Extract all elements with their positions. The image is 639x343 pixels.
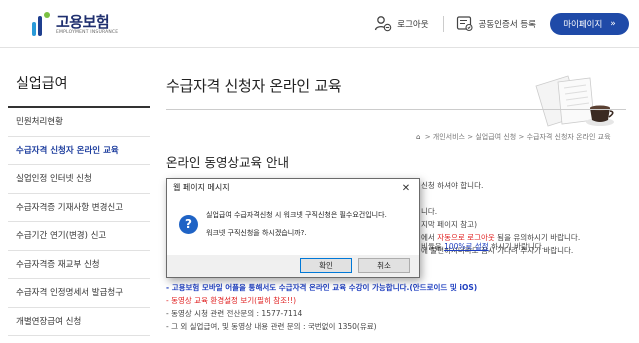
body-text-line-6: 비율을 100%로 설정 하시기 바랍니다. [421,241,544,252]
close-icon[interactable]: ✕ [399,180,413,197]
breadcrumb-sep: > [424,133,431,141]
mypage-button[interactable]: 마이페이지 » [550,13,629,35]
dialog-title: 웹 페이지 메시지 [173,183,230,192]
breadcrumb-sep: > [518,133,525,141]
divider [442,16,444,32]
mobile-app-notice: - 고용보험 모바일 어플을 통해서도 수급자격 온라인 교육 수강이 가능합니… [166,283,478,292]
sidebar-title: 실업급여 [8,70,150,108]
double-chevron-right-icon: » [610,19,616,29]
dialog-message-line-1: 실업급여 수급자격신청 시 워크넷 구직신청은 필수요건입니다. [206,211,387,219]
tech-inquiry-text: - 동영상 시청 관련 전산문의 : 1577-7114 [166,309,303,318]
logout-label: 로그아웃 [397,20,429,30]
logo-subtitle: EMPLOYMENT INSURANCE [56,29,119,35]
dialog-body: ? 실업급여 수급자격신청 시 워크넷 구직신청은 필수요건입니다. 워크넷 구… [167,197,419,257]
sidebar-item-statement-request[interactable]: 수급자격 인정명세서 발급청구 [8,279,150,308]
video-settings-link[interactable]: - 동영상 교육 환경설정 보기(필히 참조!!) [166,295,296,306]
body-text-line-1: 신청 하셔야 합니다. [421,181,484,190]
question-icon: ? [179,215,198,234]
breadcrumb-item-current: 수급자격 신청자 온라인 교육 [526,133,611,141]
section-title: 온라인 동영상교육 안내 [166,155,289,170]
dialog-footer: 확인 취소 [167,255,419,277]
certificate-icon [456,16,473,32]
mypage-label: 마이페이지 [563,20,603,30]
breadcrumb-item-personal-service[interactable]: 개인서비스 [433,133,465,141]
sidebar-item-reissue[interactable]: 수급자격증 재교부 신청 [8,251,150,279]
logo-mark-icon [30,12,52,36]
page-title: 수급자격 신청자 온라인 교육 [166,70,626,110]
body-text-line-6-pre: 비율을 [421,242,445,251]
main-content: 수급자격 신청자 온라인 교육 ⌂ > 개인서비스 > 실업급여 신청 > 수급… [166,70,626,331]
sidebar-item-application-status[interactable]: 민원처리현황 [8,108,150,137]
site-header: 고용보험 EMPLOYMENT INSURANCE 로그아웃 공동인증서 등록 [0,0,639,48]
sidebar-item-online-education[interactable]: 수급자격 신청자 온라인 교육 [8,137,150,165]
breadcrumb: ⌂ > 개인서비스 > 실업급여 신청 > 수급자격 신청자 온라인 교육 [416,132,611,142]
sidebar: 실업급여 민원처리현황 수급자격 신청자 온라인 교육 실업인정 인터넷 신청 … [8,70,150,336]
sidebar-item-period-extension[interactable]: 수급기간 연기(변경) 신고 [8,222,150,251]
breadcrumb-item-unemployment-apply[interactable]: 실업급여 신청 [475,133,516,141]
other-inquiry-text: - 그 외 실업급여, 및 동영상 내용 관련 문의 : 국번없이 1350(유… [166,322,377,331]
body-text-line-3: 지막 페이지 참고) [421,220,477,229]
certificate-label: 공동인증서 등록 [478,20,536,30]
zoom-100-text: 100%로 설정 [444,242,489,251]
logo-name: 고용보험 [56,12,110,31]
dialog-titlebar[interactable]: 웹 페이지 메시지 ✕ [167,179,419,197]
logout-link[interactable]: 로그아웃 [374,15,429,33]
dialog-message-line-2: 워크넷 구직신청을 하시겠습니까?. [206,229,307,237]
cancel-button[interactable]: 취소 [358,258,410,273]
sidebar-item-individual-extension[interactable]: 개별연장급여 신청 [8,308,150,336]
home-icon[interactable]: ⌂ [416,133,420,141]
body-text-line-6-post: 하시기 바랍니다. [488,242,545,251]
sidebar-item-unemployment-recognition[interactable]: 실업인정 인터넷 신청 [8,165,150,194]
certificate-register-link[interactable]: 공동인증서 등록 [456,15,536,33]
web-page-message-dialog: 웹 페이지 메시지 ✕ ? 실업급여 수급자격신청 시 워크넷 구직신청은 필수… [166,178,420,278]
sidebar-item-change-report[interactable]: 수급자격증 기재사항 변경신고 [8,194,150,222]
body-text-line-2: 니다. [421,207,438,216]
user-minus-icon [375,16,392,32]
site-logo[interactable]: 고용보험 EMPLOYMENT INSURANCE [30,10,118,38]
top-links: 로그아웃 공동인증서 등록 마이페이지 » [374,12,639,36]
breadcrumb-sep: > [467,133,474,141]
ok-button[interactable]: 확인 [300,258,352,273]
